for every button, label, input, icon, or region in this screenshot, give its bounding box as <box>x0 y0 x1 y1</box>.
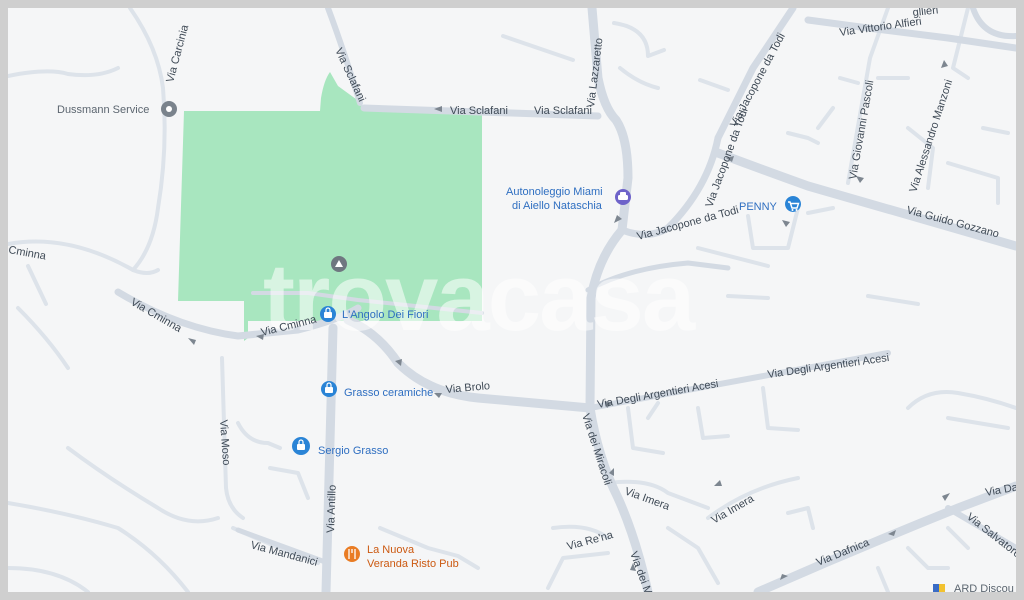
street-label-cminna-left: Cminna <box>8 244 48 263</box>
street-label-carcinia: Via Carcinia <box>164 23 191 84</box>
poi-autonoleggio[interactable]: Autonoleggio Miami di Aiello Nataschia <box>506 186 631 212</box>
restaurant-icon <box>344 546 360 562</box>
poi-ard-discount[interactable]: ARD Discou <box>933 583 1014 592</box>
trovacasa-watermark: trovacasa <box>263 244 696 351</box>
poi-ard-label: ARD Discou <box>954 583 1014 592</box>
shopping-bag-icon <box>321 381 337 397</box>
street-label-alfieri-top: gllieri <box>912 8 939 19</box>
poi-penny-label: PENNY <box>739 201 778 213</box>
poi-la-nuova-veranda[interactable]: La Nuova Veranda Risto Pub <box>344 544 459 570</box>
map-frame: trovacasa Via Carcinia Via Sclafani Via … <box>0 0 1024 600</box>
map-canvas[interactable]: trovacasa Via Carcinia Via Sclafani Via … <box>8 8 1016 592</box>
poi-dussmann-label: Dussmann Service <box>57 104 149 116</box>
street-label-mandanici: Via Mandanici <box>249 539 319 568</box>
poi-grasso-ceramiche-label: Grasso ceramiche <box>344 387 433 399</box>
poi-grasso-ceramiche[interactable]: Grasso ceramiche <box>321 381 433 399</box>
street-label-moso: Via Moso <box>217 419 232 465</box>
street-label-argentieri-2: Via Degli Argentieri Acesi <box>767 352 890 381</box>
street-label-sclafani-2: Via Sclafani <box>534 105 592 117</box>
street-label-brolo: Via Brolo <box>445 380 490 396</box>
map-svg[interactable]: trovacasa Via Carcinia Via Sclafani Via … <box>8 8 1016 592</box>
poi-sergio-label: Sergio Grasso <box>318 445 388 457</box>
landmark-icon <box>331 256 347 272</box>
poi-angolo-label: L'Angolo Dei Fiori <box>342 309 428 321</box>
street-label-rena: Via Re'na <box>566 529 616 553</box>
poi-park-landmark[interactable] <box>331 256 347 272</box>
location-pin-icon <box>161 101 177 117</box>
poi-autonoleggio-label-2: di Aiello Nataschia <box>512 200 603 212</box>
poi-penny[interactable]: PENNY <box>739 196 801 213</box>
street-label-sclafani-1: Via Sclafani <box>450 105 508 117</box>
shopping-cart-icon <box>784 196 801 213</box>
poi-dussmann[interactable]: Dussmann Service <box>57 101 177 117</box>
street-label-miracoli-2: Via dei M <box>627 550 654 592</box>
shopping-bag-icon <box>320 306 336 322</box>
street-label-cminna-1: Via Cminna <box>129 296 185 335</box>
street-label-antillo: Via Antillo <box>325 485 339 533</box>
car-icon <box>615 189 631 205</box>
shopping-bag-icon <box>292 437 310 455</box>
poi-sergio-grasso[interactable]: Sergio Grasso <box>292 437 388 457</box>
street-label-salvatore: Via Salvatore <box>964 511 1016 561</box>
poi-la-nuova-label-1: La Nuova <box>367 544 415 556</box>
poi-autonoleggio-label-1: Autonoleggio Miami <box>506 186 603 198</box>
street-label-da: Via Da <box>984 481 1016 499</box>
street-label-dafnica: Via Dafnica <box>815 536 872 568</box>
street-label-pascoli: Via Giovanni Pascoli <box>847 79 876 180</box>
poi-la-nuova-label-2: Veranda Risto Pub <box>367 558 459 570</box>
